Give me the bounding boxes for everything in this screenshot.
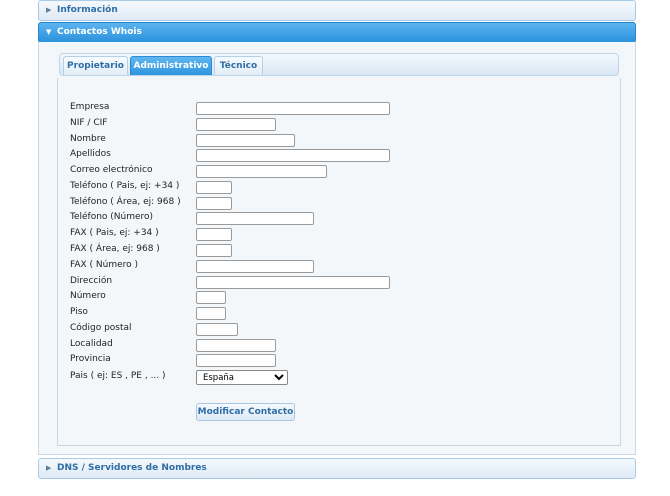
nif-cif-label: NIF / CIF	[70, 118, 108, 128]
telefono-pais-input[interactable]	[196, 181, 232, 194]
fax-numero-label: FAX ( Número )	[70, 260, 139, 270]
localidad-input[interactable]	[196, 339, 276, 352]
empresa-input[interactable]	[196, 102, 390, 115]
accordion-contactos-whois[interactable]: ▼ Contactos Whois	[38, 22, 636, 43]
tab-propietario[interactable]: Propietario	[63, 56, 128, 75]
nif-cif-input[interactable]	[196, 118, 276, 131]
telefono-area-label: Teléfono ( Área, ej: 968 )	[70, 197, 181, 207]
direccion-label: Dirección	[70, 276, 113, 286]
caret-down-icon: ▼	[46, 28, 52, 36]
fax-area-label: FAX ( Área, ej: 968 )	[70, 244, 160, 254]
contact-tabs-bar: Propietario Administrativo Técnico	[59, 53, 619, 76]
pais-select[interactable]: España	[196, 370, 288, 385]
nombre-input[interactable]	[196, 134, 295, 147]
contact-form-box	[57, 78, 621, 446]
accordion-informacion[interactable]: ▶ Información	[38, 0, 636, 21]
provincia-label: Provincia	[70, 354, 111, 364]
correo-label: Correo electrónico	[70, 165, 153, 175]
piso-label: Piso	[70, 307, 88, 317]
apellidos-input[interactable]	[196, 149, 390, 162]
fax-area-input[interactable]	[196, 244, 232, 257]
numero-input[interactable]	[196, 291, 226, 304]
tab-tecnico[interactable]: Técnico	[214, 56, 263, 75]
accordion-dns[interactable]: ▶ DNS / Servidores de Nombres	[38, 458, 636, 479]
telefono-pais-label: Teléfono ( Pais, ej: +34 )	[70, 181, 180, 191]
codigo-postal-input[interactable]	[196, 323, 238, 336]
empresa-label: Empresa	[70, 102, 110, 112]
telefono-numero-label: Teléfono (Número)	[70, 212, 154, 222]
nombre-label: Nombre	[70, 134, 106, 144]
telefono-numero-input[interactable]	[196, 212, 314, 225]
accordion-contactos-label: Contactos Whois	[57, 27, 142, 37]
caret-right-icon: ▶	[46, 464, 52, 472]
piso-input[interactable]	[196, 307, 226, 320]
numero-label: Número	[70, 291, 106, 301]
pais-label: Pais ( ej: ES , PE , ... )	[70, 371, 166, 381]
apellidos-label: Apellidos	[70, 149, 111, 159]
accordion-informacion-label: Información	[57, 5, 118, 15]
codigo-postal-label: Código postal	[70, 323, 132, 333]
provincia-input[interactable]	[196, 354, 276, 367]
fax-pais-label: FAX ( Pais, ej: +34 )	[70, 228, 159, 238]
tab-administrativo[interactable]: Administrativo	[130, 56, 212, 75]
correo-input[interactable]	[196, 165, 327, 178]
fax-pais-input[interactable]	[196, 228, 232, 241]
modificar-contacto-button[interactable]: Modificar Contacto	[196, 403, 295, 421]
fax-numero-input[interactable]	[196, 260, 314, 273]
localidad-label: Localidad	[70, 339, 113, 349]
accordion-dns-label: DNS / Servidores de Nombres	[57, 463, 207, 473]
telefono-area-input[interactable]	[196, 197, 232, 210]
direccion-input[interactable]	[196, 276, 390, 289]
caret-right-icon: ▶	[46, 6, 52, 14]
